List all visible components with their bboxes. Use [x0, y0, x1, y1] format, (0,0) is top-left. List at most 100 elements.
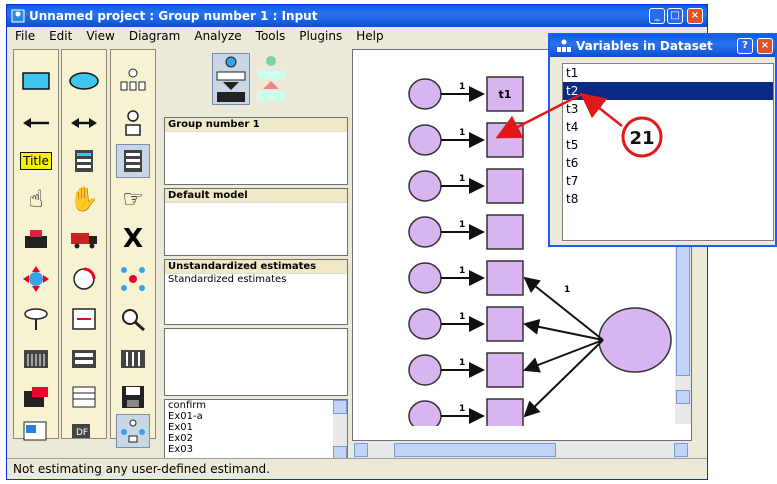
- menu-view[interactable]: View: [78, 27, 120, 43]
- output-view-button[interactable]: [253, 53, 291, 105]
- save-icon[interactable]: [116, 380, 150, 414]
- model-header[interactable]: Default model: [165, 189, 347, 203]
- reflect-icon[interactable]: [116, 262, 150, 296]
- variable-item-selected[interactable]: t2: [563, 82, 773, 100]
- double-arrow-tool-icon[interactable]: [67, 106, 101, 140]
- error-variable[interactable]: [408, 216, 442, 248]
- list-variables-icon[interactable]: [19, 342, 53, 376]
- erase-x-icon[interactable]: Ⅹ: [116, 222, 150, 256]
- dialog-app-icon: [557, 39, 571, 52]
- maximize-icon[interactable]: □: [667, 8, 683, 24]
- scroll-down-icon[interactable]: [676, 390, 690, 404]
- preserve-symmetry-icon[interactable]: [67, 302, 101, 336]
- menu-edit[interactable]: Edit: [41, 27, 78, 43]
- rotate-icon[interactable]: [67, 262, 101, 296]
- groups-panel[interactable]: Group number 1: [164, 117, 348, 185]
- menu-plugins[interactable]: Plugins: [291, 27, 348, 43]
- scroll-up-icon[interactable]: [333, 400, 347, 414]
- error-variable[interactable]: [408, 400, 442, 426]
- variable-item[interactable]: t1: [563, 64, 773, 82]
- move-params-icon[interactable]: [19, 262, 53, 296]
- help-icon[interactable]: ?: [737, 38, 753, 54]
- output-table-icon[interactable]: [67, 380, 101, 414]
- group-header[interactable]: Group number 1: [165, 118, 347, 132]
- list-objects-icon[interactable]: [67, 144, 101, 178]
- files-panel[interactable]: confirm Ex01-a Ex01 Ex02 Ex03: [164, 399, 348, 461]
- observed-variable[interactable]: [486, 306, 524, 342]
- text-output-icon[interactable]: [19, 414, 53, 448]
- copy-truck-icon[interactable]: [67, 222, 101, 256]
- observed-variable[interactable]: [486, 122, 524, 158]
- menu-diagram[interactable]: Diagram: [121, 27, 187, 43]
- variable-item[interactable]: t8: [563, 190, 773, 208]
- single-arrow-tool-icon[interactable]: [19, 106, 53, 140]
- files-scrollbar[interactable]: [333, 400, 347, 460]
- menu-file[interactable]: File: [7, 27, 41, 43]
- file-item[interactable]: Ex01: [165, 422, 347, 433]
- observed-variable[interactable]: [486, 168, 524, 204]
- zoom-icon[interactable]: [116, 302, 150, 336]
- standardized-estimates-item[interactable]: Standardized estimates: [165, 274, 347, 285]
- dialog-close-icon[interactable]: ×: [757, 38, 773, 54]
- variable-item[interactable]: t4: [563, 118, 773, 136]
- canvas-horizontal-scrollbar[interactable]: [352, 441, 692, 459]
- observed-variable-label: t1: [499, 88, 512, 101]
- deselect-hand-icon[interactable]: ☞: [116, 182, 150, 216]
- file-item[interactable]: Ex01-a: [165, 411, 347, 422]
- title-bar[interactable]: Unnamed project : Group number 1 : Input…: [7, 5, 707, 27]
- indicator-variable-icon[interactable]: [116, 64, 150, 98]
- horizontal-scroll-thumb[interactable]: [394, 443, 556, 457]
- variable-item[interactable]: t6: [563, 154, 773, 172]
- error-variable[interactable]: [408, 262, 442, 294]
- minimize-icon[interactable]: _: [649, 8, 665, 24]
- drag-properties-icon[interactable]: [19, 302, 53, 336]
- scroll-left-icon[interactable]: [354, 443, 368, 457]
- variables-dialog[interactable]: Variables in Dataset ? × t1 t2 t3 t4 t5 …: [548, 33, 777, 247]
- latent-factor[interactable]: [598, 307, 672, 373]
- unstandardized-estimates-item[interactable]: Unstandardized estimates: [165, 260, 347, 274]
- ellipse-tool-icon[interactable]: [67, 64, 101, 98]
- menu-help[interactable]: Help: [348, 27, 389, 43]
- loading-circle-icon[interactable]: [116, 414, 150, 448]
- error-variable[interactable]: [408, 170, 442, 202]
- error-variable[interactable]: [408, 354, 442, 386]
- analysis-properties-icon[interactable]: [116, 342, 150, 376]
- variable-item[interactable]: t5: [563, 136, 773, 154]
- rectangle-tool-icon[interactable]: [19, 64, 53, 98]
- file-item[interactable]: confirm: [165, 400, 347, 411]
- copy-diagram-icon[interactable]: [19, 380, 53, 414]
- degrees-freedom-icon[interactable]: DF: [67, 414, 101, 448]
- error-variable[interactable]: [408, 124, 442, 156]
- factor-loading-arrow[interactable]: [523, 339, 604, 418]
- variable-item[interactable]: t7: [563, 172, 773, 190]
- data-files-icon[interactable]: [67, 342, 101, 376]
- vertical-scroll-thumb[interactable]: [676, 230, 690, 376]
- list-variables-in-dataset-icon[interactable]: [116, 144, 150, 178]
- menu-analyze[interactable]: Analyze: [186, 27, 247, 43]
- variables-list[interactable]: t1 t2 t3 t4 t5 t6 t7 t8: [562, 63, 774, 241]
- error-variable[interactable]: [408, 308, 442, 340]
- select-all-hand-icon[interactable]: ✋: [67, 182, 101, 216]
- scroll-right-icon[interactable]: [674, 443, 688, 457]
- estimates-panel[interactable]: Unstandardized estimates Standardized es…: [164, 259, 348, 325]
- file-item[interactable]: Ex02: [165, 433, 347, 444]
- file-item[interactable]: Ex03: [165, 444, 347, 455]
- close-icon[interactable]: ×: [687, 8, 703, 24]
- observed-variable[interactable]: [486, 214, 524, 250]
- observed-variable[interactable]: [486, 260, 524, 296]
- dialog-title-bar[interactable]: Variables in Dataset ? ×: [550, 35, 775, 57]
- pointer-hand-icon[interactable]: ☝: [19, 182, 53, 216]
- observed-variable[interactable]: [486, 352, 524, 388]
- path-coefficient: 1: [459, 266, 465, 276]
- error-variable[interactable]: [408, 78, 442, 110]
- variable-item[interactable]: t3: [563, 100, 773, 118]
- erase-tool-icon[interactable]: [19, 222, 53, 256]
- factor-loading-arrow[interactable]: [523, 339, 604, 373]
- menu-tools[interactable]: Tools: [248, 27, 292, 43]
- observed-variable[interactable]: [486, 398, 524, 426]
- models-panel[interactable]: Default model: [164, 188, 348, 256]
- factor-loading-arrow[interactable]: [523, 318, 604, 341]
- unique-variable-icon[interactable]: [116, 106, 150, 140]
- input-view-button[interactable]: [212, 53, 250, 105]
- title-tool-icon[interactable]: Title: [19, 144, 53, 178]
